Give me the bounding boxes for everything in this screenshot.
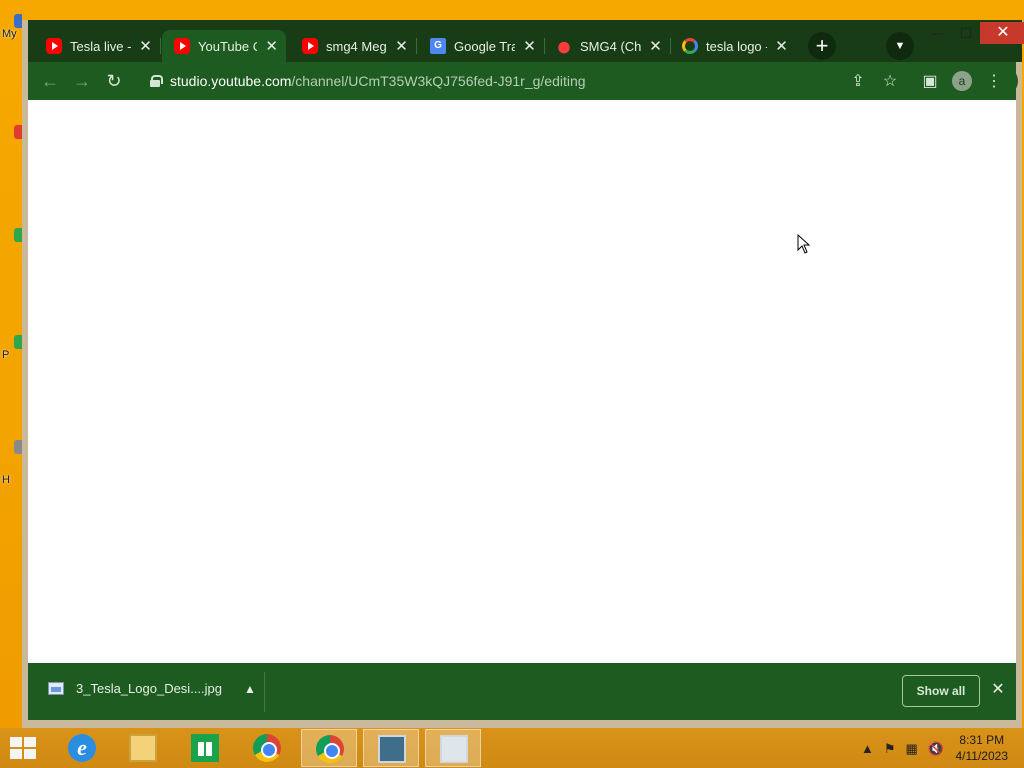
tab-separator	[416, 38, 417, 54]
desktop-icon	[14, 440, 22, 454]
taskbar-store[interactable]	[177, 729, 233, 767]
desktop-icon-label: P	[2, 349, 10, 361]
tab-title: YouTube Cre	[198, 38, 258, 54]
desktop-icon	[14, 14, 22, 28]
close-window-button[interactable]: ✕	[980, 22, 1024, 44]
internet-explorer-icon: e	[68, 734, 96, 762]
maximize-button[interactable]: ☐	[954, 22, 978, 44]
start-button[interactable]	[10, 737, 38, 761]
desktop-icon	[14, 125, 22, 139]
reload-button[interactable]: ↻	[98, 71, 130, 92]
taskbar-internet-explorer[interactable]: e	[54, 729, 110, 767]
taskbar-chrome-profile[interactable]	[301, 729, 357, 767]
side-panel-icon[interactable]: ▣	[914, 71, 946, 91]
chevron-up-icon[interactable]: ▲	[861, 741, 874, 757]
clock-date: 4/11/2023	[955, 749, 1009, 763]
divider	[264, 672, 265, 712]
forward-button[interactable]: →	[66, 71, 98, 92]
performance-monitor-icon	[440, 735, 468, 763]
smg4-icon	[556, 38, 572, 54]
taskbar: e ▲ ⚑ ▦ 🔇 8:31 PM 4/11/2023	[0, 728, 1024, 768]
tab-close-icon[interactable]: ✕	[395, 37, 408, 55]
google-translate-icon: G	[430, 38, 446, 54]
taskbar-performance-monitor[interactable]	[425, 729, 481, 767]
minimize-button[interactable]: ─	[926, 22, 950, 44]
desktop-icon	[14, 335, 22, 349]
taskbar-system-app[interactable]	[363, 729, 419, 767]
volume-muted-icon[interactable]: 🔇	[928, 741, 944, 757]
bookmark-star-icon[interactable]: ☆	[874, 71, 906, 91]
show-all-button[interactable]: Show all	[902, 675, 980, 707]
store-icon	[191, 734, 219, 762]
folder-icon	[129, 734, 157, 762]
profile-avatar[interactable]: a	[952, 71, 972, 91]
tab-title: tesla logo -	[706, 38, 768, 54]
desktop-icon-fragment: H	[0, 440, 22, 486]
desktop-icon-fragment: P	[0, 335, 22, 361]
monitor-icon	[378, 735, 406, 763]
clock-time: 8:31 PM	[959, 733, 1005, 747]
flag-icon[interactable]: ⚑	[884, 741, 896, 757]
url-host: studio.youtube.com	[170, 73, 292, 89]
desktop-icon-fragment: My	[0, 14, 22, 40]
close-download-bar-icon[interactable]: ✕	[990, 679, 1006, 699]
tab-title: smg4 Mega	[326, 38, 387, 54]
system-clock[interactable]: 8:31 PM 4/11/2023	[956, 732, 1009, 764]
desktop-icon-label: H	[2, 474, 10, 486]
tab-tesla-live[interactable]: Tesla live - Y ✕	[34, 30, 161, 62]
taskbar-file-explorer[interactable]	[115, 729, 171, 767]
google-icon	[682, 38, 698, 54]
download-bar: 3_Tesla_Logo_Desi....jpg ▲ Show all ✕	[28, 663, 1016, 720]
youtube-icon	[174, 38, 190, 54]
desktop-icon-fragment	[0, 125, 22, 139]
network-icon[interactable]: ▦	[906, 741, 918, 757]
system-tray: ▲ ⚑ ▦ 🔇	[861, 741, 944, 757]
chrome-icon	[253, 734, 281, 762]
page-content	[28, 100, 1016, 663]
tab-separator	[160, 38, 161, 54]
tab-smg4-char[interactable]: SMG4 (Char ✕	[544, 30, 671, 62]
chevron-up-icon[interactable]: ▲	[244, 682, 256, 696]
download-filename: 3_Tesla_Logo_Desi....jpg	[76, 681, 222, 696]
tab-youtube-studio[interactable]: YouTube Cre ✕	[162, 30, 286, 62]
taskbar-chrome[interactable]	[239, 729, 295, 767]
tab-title: Tesla live - Y	[70, 38, 132, 54]
tab-close-icon[interactable]: ✕	[775, 37, 788, 55]
new-tab-button[interactable]: +	[808, 32, 836, 60]
menu-icon[interactable]: ⋮	[978, 71, 1010, 91]
desktop-icon-fragment	[0, 228, 22, 242]
tab-close-icon[interactable]: ✕	[139, 37, 152, 55]
youtube-icon	[302, 38, 318, 54]
download-item[interactable]: 3_Tesla_Logo_Desi....jpg ▲	[48, 681, 256, 696]
tab-tesla-logo[interactable]: tesla logo - ✕	[670, 30, 796, 62]
tab-google-translate[interactable]: G Google Tran ✕	[418, 30, 545, 62]
chrome-icon	[316, 735, 344, 763]
tab-smg4-mega[interactable]: smg4 Mega ✕	[290, 30, 417, 62]
desktop-icon	[14, 228, 22, 242]
toolbar-actions: ⇪ ☆ ▣ a ⋮	[842, 62, 1010, 100]
youtube-icon	[46, 38, 62, 54]
tab-strip: Tesla live - Y ✕ YouTube Cre ✕ smg4 Mega…	[28, 20, 1024, 62]
tab-title: Google Tran	[454, 38, 516, 54]
browser-toolbar: ← → ↻ studio.youtube.com/channel/UCmT35W…	[28, 62, 1018, 100]
back-button[interactable]: ←	[34, 71, 66, 92]
tab-close-icon[interactable]: ✕	[265, 37, 278, 55]
tab-search-button[interactable]: ▼	[886, 32, 914, 60]
mouse-cursor-icon	[797, 234, 811, 254]
lock-icon[interactable]	[150, 75, 163, 87]
image-file-icon	[48, 682, 64, 695]
url-path: /channel/UCmT35W3kQJ756fed-J91r_g/editin…	[291, 73, 586, 89]
tab-close-icon[interactable]: ✕	[649, 37, 662, 55]
desktop-icon-label: My	[2, 28, 17, 40]
share-icon[interactable]: ⇪	[842, 71, 874, 91]
tab-title: SMG4 (Char	[580, 38, 642, 54]
tab-close-icon[interactable]: ✕	[523, 37, 536, 55]
browser-window: Tesla live - Y ✕ YouTube Cre ✕ smg4 Mega…	[22, 20, 1024, 728]
